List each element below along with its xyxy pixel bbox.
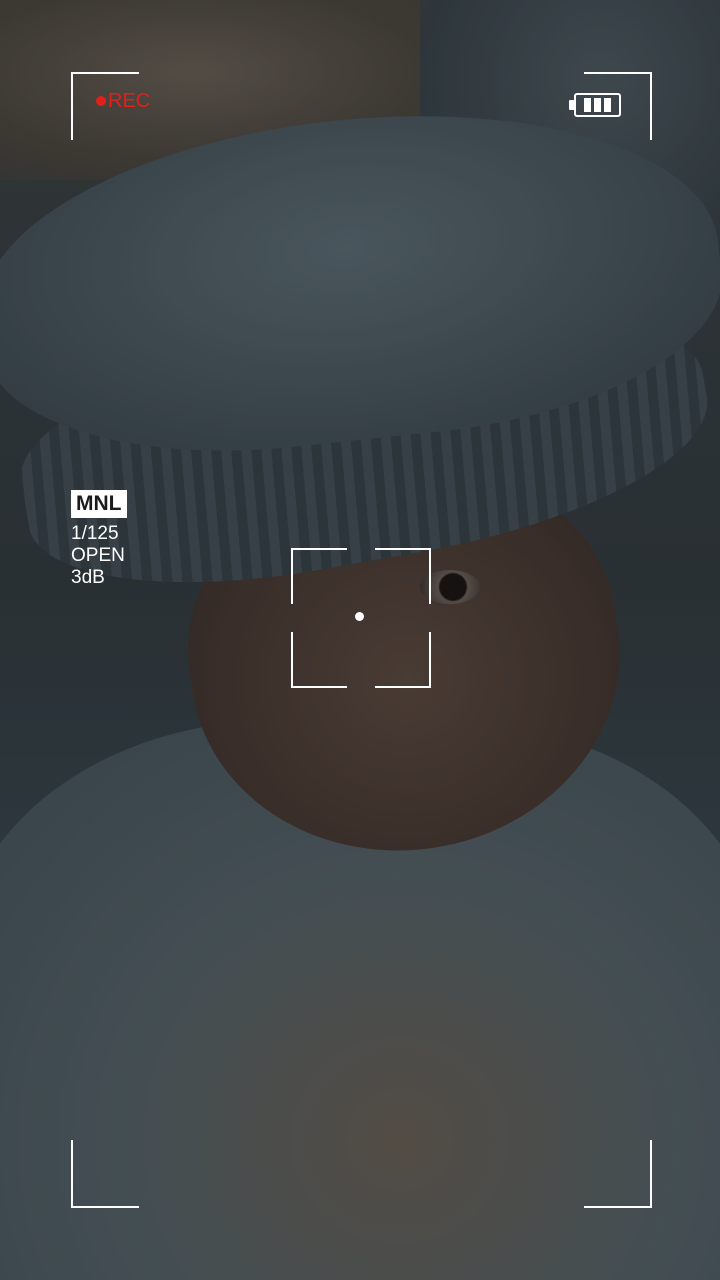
- frame-corner-bottom-right: [584, 1140, 652, 1208]
- exposure-mode-badge[interactable]: MNL: [71, 490, 127, 518]
- camera-viewfinder[interactable]: REC MNL 1/125 OPEN 3dB: [0, 0, 720, 1280]
- battery-bar: [584, 98, 591, 112]
- exposure-settings: MNL 1/125 OPEN 3dB: [71, 490, 127, 589]
- battery-body: [574, 93, 621, 117]
- frame-corner-bottom-left: [71, 1140, 139, 1208]
- battery-icon: [569, 93, 621, 117]
- gain: 3dB: [71, 567, 105, 588]
- focus-corner-top-right: [375, 548, 431, 604]
- focus-corner-bottom-right: [375, 632, 431, 688]
- aperture: OPEN: [71, 545, 125, 566]
- recording-indicator: REC: [96, 91, 150, 111]
- battery-bar: [604, 98, 611, 112]
- shutter-speed: 1/125: [71, 523, 119, 544]
- battery-bar: [594, 98, 601, 112]
- record-dot-icon: [96, 96, 106, 106]
- focus-corner-top-left: [291, 548, 347, 604]
- focus-frame[interactable]: [291, 548, 431, 688]
- focus-point-icon: [355, 612, 364, 621]
- recording-label: REC: [108, 90, 151, 112]
- focus-corner-bottom-left: [291, 632, 347, 688]
